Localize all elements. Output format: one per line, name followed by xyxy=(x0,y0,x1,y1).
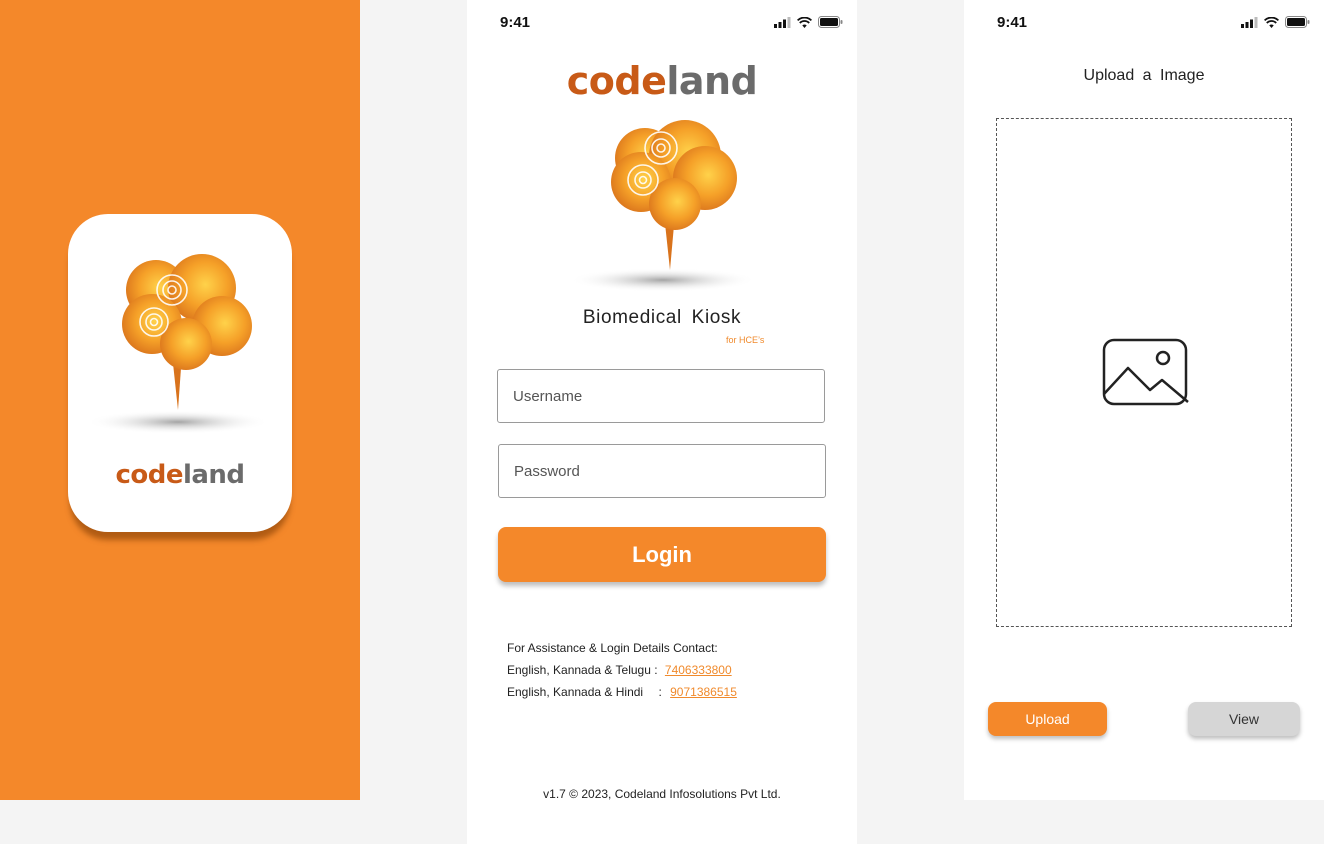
codeland-wordmark: codeland xyxy=(68,462,292,488)
phone-link-2[interactable]: 9071386515 xyxy=(670,685,737,699)
password-placeholder: Password xyxy=(514,462,580,480)
status-time: 9:41 xyxy=(500,14,531,31)
wordmark-land: land xyxy=(666,59,758,103)
view-button[interactable]: View xyxy=(1188,702,1300,736)
codeland-tree-logo xyxy=(569,120,757,292)
wordmark-code: code xyxy=(566,59,667,103)
status-time: 9:41 xyxy=(997,14,1028,31)
image-dropzone[interactable] xyxy=(996,118,1292,627)
signal-icon xyxy=(1241,16,1258,28)
phone-link-1[interactable]: 7406333800 xyxy=(665,663,732,677)
contact-line-1-label: English, Kannada & Telugu : xyxy=(507,663,658,677)
login-screen: 9:41 codeland Biomedical Kiosk for HCE’s… xyxy=(467,0,857,844)
contact-heading: For Assistance & Login Details Contact: xyxy=(507,641,718,655)
status-bar: 9:41 xyxy=(467,0,857,44)
splash-screen: codeland xyxy=(0,0,360,800)
username-field[interactable]: Username xyxy=(497,369,825,423)
wifi-icon xyxy=(1264,16,1279,28)
contact-line-2: English, Kannada & Hindi : 9071386515 xyxy=(507,685,737,699)
wifi-icon xyxy=(797,16,812,28)
wordmark-code: code xyxy=(115,460,183,490)
signal-icon xyxy=(774,16,791,28)
upload-button[interactable]: Upload xyxy=(988,702,1107,736)
app-subtitle: for HCE’s xyxy=(726,335,765,345)
upload-title: Upload a Image xyxy=(1083,67,1205,84)
username-placeholder: Username xyxy=(513,387,583,405)
footer-copyright: v1.7 © 2023, Codeland Infosolutions Pvt … xyxy=(543,787,781,801)
app-icon-tile: codeland xyxy=(68,214,292,532)
upload-screen: 9:41 Upload a Image Upload View xyxy=(964,0,1324,800)
wordmark-land: land xyxy=(182,460,245,490)
battery-icon xyxy=(818,16,843,28)
password-field[interactable]: Password xyxy=(498,444,826,498)
codeland-tree-logo xyxy=(86,254,270,434)
app-name: Biomedical Kiosk xyxy=(582,307,742,328)
status-bar: 9:41 xyxy=(964,0,1324,44)
login-button[interactable]: Login xyxy=(498,527,826,582)
contact-line-2-separator: : xyxy=(658,685,662,699)
battery-icon xyxy=(1285,16,1310,28)
codeland-wordmark: codeland xyxy=(467,62,857,100)
contact-line-2-label: English, Kannada & Hindi xyxy=(507,685,644,699)
contact-line-1: English, Kannada & Telugu : 7406333800 xyxy=(507,663,732,677)
image-icon xyxy=(1102,338,1189,406)
